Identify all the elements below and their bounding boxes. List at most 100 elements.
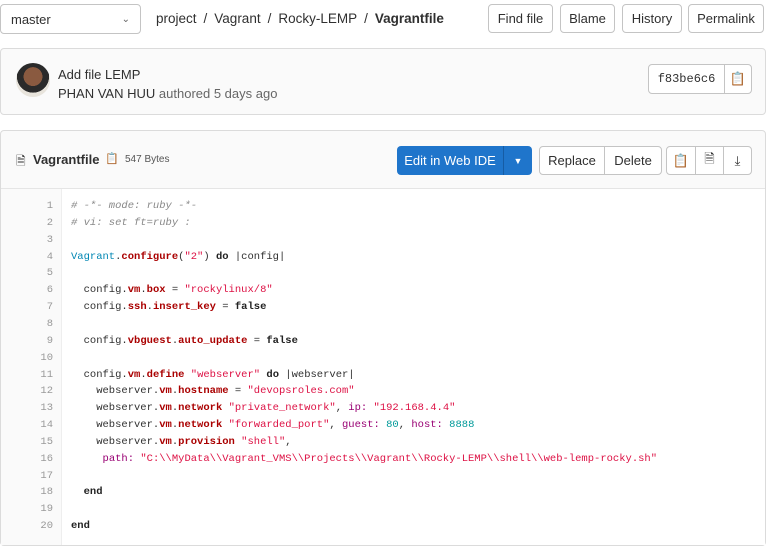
code-token: webserver.	[71, 419, 160, 432]
line-number[interactable]: 16	[40, 453, 53, 465]
copy-sha-icon[interactable]: 📋	[724, 65, 751, 93]
permalink-button[interactable]: Permalink	[688, 4, 764, 33]
code-token: Vagrant	[71, 250, 116, 263]
code-token: provision	[178, 435, 235, 448]
copy-path-icon[interactable]: 📋	[105, 152, 119, 165]
line-number[interactable]: 18	[40, 486, 53, 498]
code-token: ip:	[348, 402, 368, 415]
line-number[interactable]: 1	[47, 200, 53, 212]
code-line: config.vm.define "webserver" do |webserv…	[71, 369, 355, 381]
find-file-button[interactable]: Find file	[488, 4, 553, 33]
line-number[interactable]: 4	[47, 251, 53, 263]
code-token: guest:	[342, 419, 380, 432]
open-raw-icon[interactable]: 🗎	[695, 147, 723, 174]
commit-sha-group: f83be6c6 📋	[648, 64, 752, 94]
code-line: webserver.vm.provision "shell",	[71, 435, 291, 448]
code-line: # vi: set ft=ruby :	[71, 217, 191, 229]
commit-sha[interactable]: f83be6c6	[649, 65, 724, 93]
avatar[interactable]	[16, 63, 50, 97]
breadcrumb-item[interactable]: Vagrant	[214, 11, 260, 26]
line-number[interactable]: 20	[40, 520, 53, 532]
code-token: do	[266, 368, 279, 381]
commit-time: authored 5 days ago	[158, 86, 278, 101]
line-number[interactable]: 10	[40, 352, 53, 364]
line-number[interactable]: 2	[47, 217, 53, 229]
copy-contents-icon[interactable]: 📋	[667, 147, 695, 174]
commit-title[interactable]: Add file LEMP	[58, 67, 140, 82]
edit-in-web-ide-button[interactable]: Edit in Web IDE	[397, 146, 503, 175]
code-line: config.ssh.insert_key = false	[71, 301, 267, 314]
delete-button[interactable]: Delete	[604, 147, 661, 174]
code-token: "forwarded_port"	[228, 419, 330, 432]
file-tools-group: 📋 🗎 ⤓	[666, 146, 752, 175]
chevron-down-icon[interactable]: ▼	[503, 146, 532, 175]
commit-box: Add file LEMP PHAN VAN HUU authored 5 da…	[0, 48, 766, 115]
branch-select[interactable]: master ⌄	[0, 4, 141, 34]
line-number[interactable]: 8	[47, 318, 53, 330]
code-token: 80	[386, 419, 399, 432]
code-token: define	[146, 368, 185, 381]
file-name: Vagrantfile	[33, 152, 100, 167]
code-token: # -*- mode: ruby -*-	[71, 200, 198, 212]
file-icon: 🗎	[16, 154, 26, 168]
line-number[interactable]: 11	[40, 369, 53, 381]
separator: /	[203, 11, 208, 26]
code-token: "private_network"	[228, 402, 336, 415]
code-token: vm	[127, 368, 141, 381]
line-number[interactable]: 6	[47, 284, 53, 296]
code-token: host:	[411, 419, 443, 432]
code-token: "192.168.4.4"	[373, 402, 456, 415]
code-line: # -*- mode: ruby -*-	[71, 200, 197, 212]
line-number[interactable]: 14	[40, 419, 53, 431]
code-token: network	[178, 419, 223, 432]
code-token: |webserver|	[279, 368, 355, 381]
line-number[interactable]: 15	[40, 436, 53, 448]
code-token: =	[165, 284, 185, 297]
line-number[interactable]: 7	[47, 301, 53, 313]
breadcrumb-current: Vagrantfile	[374, 11, 444, 26]
chevron-down-icon: ⌄	[121, 13, 130, 25]
breadcrumb-item[interactable]: Rocky-LEMP	[278, 11, 357, 26]
download-icon[interactable]: ⤓	[723, 147, 751, 174]
code-token: box	[146, 284, 166, 297]
code-token: |config|	[228, 250, 286, 263]
code-token: vm	[159, 402, 172, 415]
code-token: =	[247, 334, 267, 347]
line-number[interactable]: 3	[47, 234, 53, 246]
code-token: config.	[71, 284, 128, 297]
code-token: ,	[335, 402, 349, 415]
line-number[interactable]: 9	[47, 335, 53, 347]
replace-button[interactable]: Replace	[540, 147, 604, 174]
code-token: insert_key	[152, 301, 216, 314]
blame-button[interactable]: Blame	[560, 4, 615, 33]
code-token: =	[215, 301, 235, 314]
code-token: webserver.	[71, 385, 160, 398]
code-token: configure	[121, 250, 179, 263]
code-token: ssh	[127, 301, 147, 314]
line-numbers: 1 2 3 4 5 6 7 8 9 10 11 12 13 14 15 16 17 18 19 20	[1, 189, 62, 545]
commit-meta: PHAN VAN HUU authored 5 days ago	[58, 86, 277, 101]
commit-author[interactable]: PHAN VAN HUU	[58, 86, 155, 101]
code-token: "rockylinux/8"	[184, 284, 273, 297]
line-number[interactable]: 19	[40, 503, 53, 515]
code-token: webserver.	[71, 402, 160, 415]
code-token: vbguest	[127, 334, 172, 347]
code-token: "2"	[184, 250, 204, 263]
code-token: "webserver"	[190, 368, 261, 381]
line-number[interactable]: 5	[47, 267, 53, 279]
separator: /	[267, 11, 272, 26]
code-token: network	[178, 402, 223, 415]
code-line: path: "C:\\MyData\\Vagrant_VMS\\Projects…	[71, 452, 658, 465]
code-token: ,	[398, 419, 412, 432]
code-token: =	[228, 385, 248, 398]
line-number[interactable]: 12	[40, 385, 53, 397]
code-token: "C:\\MyData\\Vagrant_VMS\\Projects\\Vagr…	[140, 452, 658, 465]
code-line: config.vm.box = "rockylinux/8"	[71, 284, 273, 296]
line-number[interactable]: 13	[40, 402, 53, 414]
line-number[interactable]: 17	[40, 470, 53, 482]
code-line: end	[71, 486, 103, 498]
code-viewer[interactable]: 1 2 3 4 5 6 7 8 9 10 11 12 13 14 15 16 17 18 19 20 # -*- mo…	[1, 188, 765, 545]
history-button[interactable]: History	[622, 4, 682, 33]
breadcrumb-item[interactable]: project	[156, 11, 197, 26]
